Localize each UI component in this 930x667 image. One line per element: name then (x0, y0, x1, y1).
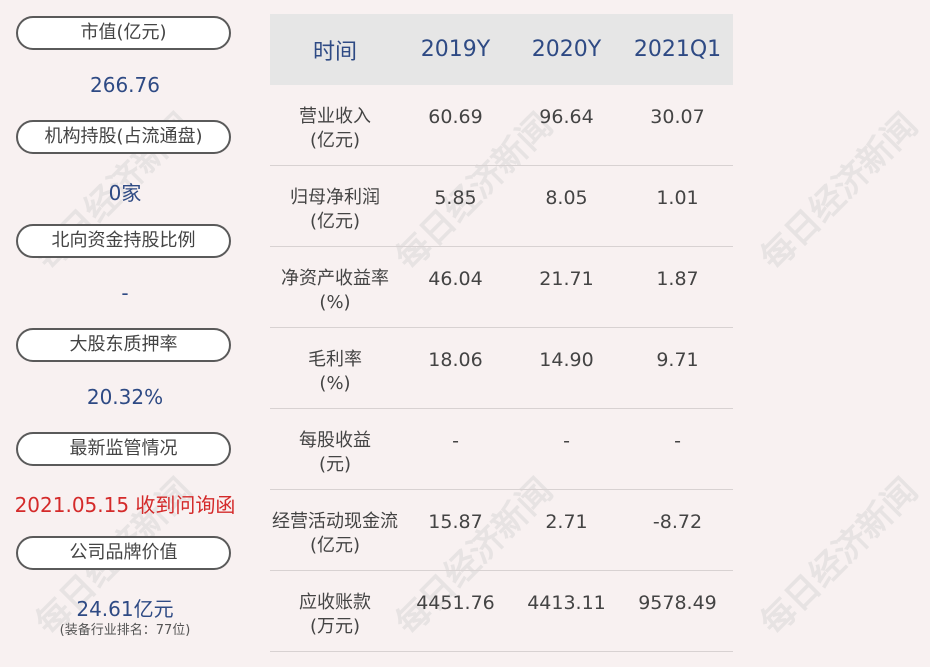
cell-2020y: 21.71 (539, 268, 594, 290)
row-label-main: 每股收益 (299, 430, 371, 451)
cell-2019y: 5.85 (434, 187, 477, 209)
market-cap-value: 266.76 (90, 73, 160, 97)
row-label-main: 净资产收益率 (281, 268, 389, 289)
regulation-label: 最新监管情况 (16, 432, 231, 466)
row-label-unit: (元) (318, 454, 352, 475)
row-label: 归母净利润 (亿元) (270, 166, 400, 234)
cell-2019y: 18.06 (428, 349, 483, 371)
table-row: 净资产收益率 (%) 46.04 21.71 1.87 (270, 247, 733, 328)
cell-2020y: 14.90 (539, 349, 594, 371)
northbound-ratio-value: - (121, 281, 129, 305)
pledge-rate-value: 20.32% (86, 385, 164, 409)
row-label: 经营活动现金流 (亿元) (270, 490, 400, 558)
northbound-ratio-label: 北向资金持股比例 (16, 224, 231, 258)
table-row: 营业收入 (亿元) 60.69 96.64 30.07 (270, 85, 733, 166)
cell-2021q1: -8.72 (652, 511, 703, 533)
cell-2019y: 4451.76 (416, 592, 495, 614)
cell-2020y: 4413.11 (527, 592, 606, 614)
brand-value-value: 24.61亿元 (76, 597, 174, 621)
header-2021q1: 2021Q1 (633, 37, 722, 62)
cell-2021q1: 1.01 (656, 187, 699, 209)
row-label: 应收账款 (万元) (270, 571, 400, 639)
watermark: 每日经济新闻 (753, 470, 926, 644)
cell-2021q1: - (674, 430, 681, 452)
cell-2020y: 96.64 (539, 106, 594, 128)
row-label: 营业收入 (亿元) (270, 85, 400, 153)
left-panel: 市值(亿元) 266.76 机构持股(占流通盘) 0家 北向资金持股比例 - 大… (0, 0, 250, 667)
row-label-main: 经营活动现金流 (272, 511, 398, 532)
row-label-main: 营业收入 (299, 106, 371, 127)
brand-rank-note: (装备行业排名：77位) (59, 623, 191, 638)
cell-2021q1: 9578.49 (638, 592, 717, 614)
row-label-unit: (亿元) (309, 535, 361, 556)
market-cap-label: 市值(亿元) (16, 16, 231, 50)
table-row: 归母净利润 (亿元) 5.85 8.05 1.01 (270, 166, 733, 247)
watermark: 每日经济新闻 (753, 105, 926, 279)
cell-2019y: 46.04 (428, 268, 483, 290)
row-label-unit: (%) (319, 292, 351, 313)
row-label-unit: (%) (319, 373, 351, 394)
cell-2021q1: 30.07 (650, 106, 705, 128)
cell-2020y: 8.05 (545, 187, 588, 209)
row-label-unit: (亿元) (309, 130, 361, 151)
institution-holding-label: 机构持股(占流通盘) (16, 120, 231, 154)
cell-2019y: 60.69 (428, 106, 483, 128)
institution-holding-value: 0家 (108, 181, 142, 205)
row-label-unit: (万元) (309, 616, 361, 637)
row-label-unit: (亿元) (309, 211, 361, 232)
table-row: 经营活动现金流 (亿元) 15.87 2.71 -8.72 (270, 490, 733, 571)
header-2019y: 2019Y (420, 37, 491, 62)
table-row: 每股收益 (元) - - - (270, 409, 733, 490)
row-label: 每股收益 (元) (270, 409, 400, 477)
cell-2021q1: 1.87 (656, 268, 699, 290)
table-header: 时间 2019Y 2020Y 2021Q1 (270, 14, 733, 85)
row-label-main: 归母净利润 (290, 187, 380, 208)
row-label: 净资产收益率 (%) (270, 247, 400, 315)
cell-2019y: 15.87 (428, 511, 483, 533)
pledge-rate-label: 大股东质押率 (16, 328, 231, 362)
header-2020y: 2020Y (531, 37, 602, 62)
row-label: 毛利率 (%) (270, 328, 400, 396)
table-row: 毛利率 (%) 18.06 14.90 9.71 (270, 328, 733, 409)
table-row: 应收账款 (万元) 4451.76 4413.11 9578.49 (270, 571, 733, 652)
row-label-main: 毛利率 (308, 349, 362, 370)
cell-2019y: - (452, 430, 459, 452)
financial-table: 时间 2019Y 2020Y 2021Q1 营业收入 (亿元) 60.69 96.… (270, 14, 733, 652)
cell-2021q1: 9.71 (656, 349, 699, 371)
cell-2020y: 2.71 (545, 511, 588, 533)
row-label-main: 应收账款 (299, 592, 371, 613)
brand-value-label: 公司品牌价值 (16, 536, 231, 570)
regulation-value: 2021.05.15 收到问询函 (14, 493, 236, 517)
header-time: 时间 (312, 39, 357, 65)
cell-2020y: - (563, 430, 570, 452)
